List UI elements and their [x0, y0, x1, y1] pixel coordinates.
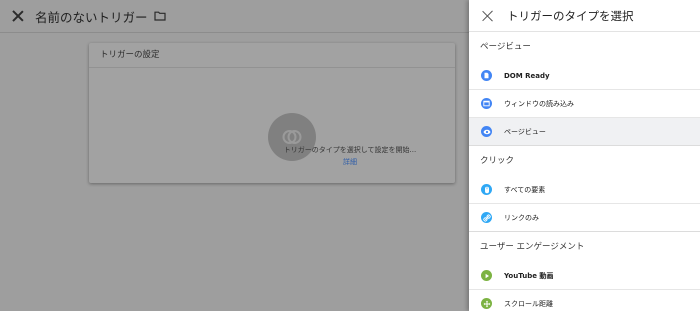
trigger-item-label: DOM Ready: [504, 71, 550, 80]
play-icon: [481, 270, 492, 281]
document-icon: [481, 70, 492, 81]
section-heading-engagement: ユーザー エンゲージメント: [480, 242, 585, 252]
card-title: トリガーの設定: [89, 43, 455, 68]
trigger-item-window-loaded[interactable]: ウィンドウの読み込み: [469, 90, 700, 118]
trigger-item-pageview[interactable]: ページビュー: [469, 118, 700, 146]
panel-close-button[interactable]: [481, 9, 495, 23]
panel-header: トリガーのタイプを選択: [469, 0, 700, 32]
trigger-item-all-elements[interactable]: すべての要素: [469, 176, 700, 204]
editor-header: 名前のないトリガー: [0, 0, 470, 32]
trigger-item-label: すべての要素: [504, 185, 546, 194]
trigger-item-dom-ready[interactable]: DOM Ready: [469, 62, 700, 90]
trigger-item-label: スクロール距離: [504, 299, 553, 308]
trigger-item-links-only[interactable]: リンクのみ: [469, 204, 700, 232]
trigger-item-scroll-depth[interactable]: スクロール距離: [469, 290, 700, 311]
move-icon: [481, 298, 492, 309]
trigger-type-panel: トリガーのタイプを選択 ページビュー DOM Ready ウィンドウの読み込み …: [469, 0, 700, 311]
trigger-item-label: ウィンドウの読み込み: [504, 99, 574, 108]
header-divider: [0, 32, 470, 33]
mouse-icon: [481, 184, 492, 195]
panel-title: トリガーのタイプを選択: [507, 8, 634, 23]
close-icon: [481, 9, 495, 23]
window-icon: [481, 98, 492, 109]
section-heading-pageview: ページビュー: [480, 42, 531, 52]
close-icon: [11, 9, 25, 23]
trigger-name-title[interactable]: 名前のないトリガー: [35, 7, 148, 26]
trigger-item-label: ページビュー: [504, 127, 546, 136]
eye-icon: [481, 126, 492, 137]
trigger-item-label: YouTube 動画: [504, 271, 554, 280]
section-heading-click: クリック: [480, 156, 515, 166]
editor-close-button[interactable]: [11, 9, 25, 23]
link-icon: [481, 212, 492, 223]
trigger-item-label: リンクのみ: [504, 213, 539, 222]
folder-icon[interactable]: [153, 11, 166, 21]
trigger-item-youtube[interactable]: YouTube 動画: [469, 262, 700, 290]
